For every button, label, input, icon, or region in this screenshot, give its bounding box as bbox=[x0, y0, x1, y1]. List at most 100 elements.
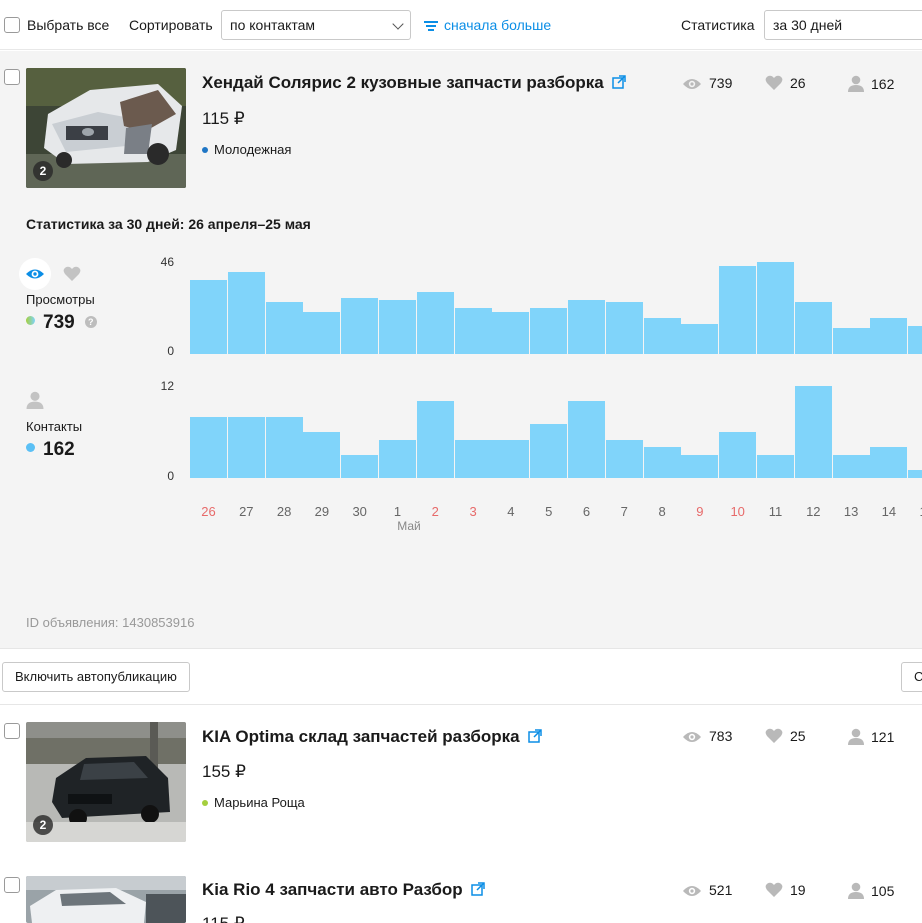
contacts-bar-7[interactable] bbox=[605, 440, 643, 478]
contacts-bar-11[interactable] bbox=[757, 455, 794, 478]
contacts-total: 162 bbox=[26, 439, 75, 461]
contacts-axis-min: 0 bbox=[167, 469, 174, 483]
views-value: 521 bbox=[709, 882, 733, 898]
heart-icon bbox=[765, 75, 783, 90]
period-select-value: за 30 дней bbox=[773, 17, 843, 33]
select-all-checkbox[interactable] bbox=[4, 17, 20, 33]
views-bar-28[interactable] bbox=[265, 302, 303, 354]
views-bar-12[interactable] bbox=[794, 302, 832, 354]
listing-title[interactable]: Kia Rio 4 запчасти авто Разбор bbox=[202, 880, 485, 900]
contacts-bar-14[interactable] bbox=[870, 447, 908, 478]
listing-title[interactable]: KIA Optima склад запчастей разборка bbox=[202, 727, 542, 747]
date-label-9: 9 bbox=[696, 504, 704, 519]
sort-select[interactable]: по контактам bbox=[221, 10, 411, 40]
external-link-icon[interactable] bbox=[527, 729, 542, 743]
views-bar-6[interactable] bbox=[568, 300, 605, 354]
views-bar-9[interactable] bbox=[681, 324, 719, 354]
sort-select-value: по контактам bbox=[230, 17, 316, 33]
contacts-bar-5[interactable] bbox=[530, 424, 568, 478]
views-bar-8[interactable] bbox=[643, 318, 681, 354]
sort-lines-icon bbox=[424, 21, 438, 31]
date-label-7: 7 bbox=[620, 504, 628, 519]
contacts-bar-30[interactable] bbox=[341, 455, 379, 478]
sort-label: Сортировать bbox=[129, 17, 213, 33]
views-axis-min: 0 bbox=[167, 344, 174, 358]
contacts-count: 121 bbox=[848, 728, 894, 745]
external-link-icon[interactable] bbox=[611, 75, 626, 89]
eye-icon bbox=[683, 79, 701, 89]
contacts-bar-10[interactable] bbox=[719, 432, 757, 478]
contacts-bar-29[interactable] bbox=[303, 432, 341, 478]
views-value: 783 bbox=[709, 728, 733, 744]
contacts-bar-8[interactable] bbox=[643, 447, 681, 478]
contacts-bar-2[interactable] bbox=[416, 401, 454, 478]
month-label: Май bbox=[397, 519, 421, 533]
listing-photo[interactable] bbox=[26, 876, 186, 923]
second-action-button[interactable]: С bbox=[901, 662, 922, 692]
listing-title-text: KIA Optima склад запчастей разборка bbox=[202, 727, 520, 746]
date-label-14: 14 bbox=[881, 504, 897, 519]
autopublish-button[interactable]: Включить автопубликацию bbox=[2, 662, 190, 692]
external-link-icon[interactable] bbox=[470, 882, 485, 896]
contacts-bar-13[interactable] bbox=[832, 455, 870, 478]
contacts-bar-6[interactable] bbox=[568, 401, 605, 478]
toolbar: Выбрать все Сортировать по контактам сна… bbox=[0, 0, 922, 50]
date-label-2: 2 bbox=[431, 504, 439, 519]
contacts-bar-26[interactable] bbox=[190, 417, 227, 478]
views-bar-5[interactable] bbox=[530, 308, 568, 354]
views-bar-10[interactable] bbox=[719, 266, 757, 354]
views-bar-4[interactable] bbox=[492, 312, 530, 354]
views-bar-15[interactable] bbox=[908, 326, 922, 354]
help-icon[interactable]: ? bbox=[84, 316, 97, 328]
views-bar-29[interactable] bbox=[303, 312, 341, 354]
stats-label: Статистика bbox=[681, 17, 755, 33]
views-bar-13[interactable] bbox=[832, 328, 870, 354]
date-label-10: 10 bbox=[730, 504, 745, 519]
views-bar-11[interactable] bbox=[757, 262, 794, 354]
contacts-value: 121 bbox=[871, 729, 895, 745]
favorites-value: 19 bbox=[790, 882, 806, 898]
views-bar-26[interactable] bbox=[190, 280, 227, 354]
divider bbox=[0, 704, 922, 705]
date-label-11: 11 bbox=[768, 504, 783, 519]
date-label-5: 5 bbox=[545, 504, 553, 519]
views-bar-3[interactable] bbox=[454, 308, 492, 354]
listing-title-text: Kia Rio 4 запчасти авто Разбор bbox=[202, 880, 463, 899]
views-bar-14[interactable] bbox=[870, 318, 908, 354]
ad-id: ID объявления: 1430853916 bbox=[26, 615, 195, 630]
views-bar-2[interactable] bbox=[416, 292, 454, 354]
listing-photo[interactable]: 2 bbox=[26, 722, 186, 842]
views-bar-30[interactable] bbox=[341, 298, 379, 354]
select-all-label[interactable]: Выбрать все bbox=[27, 17, 109, 33]
contacts-count: 105 bbox=[848, 882, 894, 899]
listing-checkbox[interactable] bbox=[4, 69, 20, 85]
contacts-bar-4[interactable] bbox=[492, 440, 530, 478]
views-bar-27[interactable] bbox=[227, 272, 265, 354]
contacts-bar-1[interactable] bbox=[379, 440, 416, 478]
views-bar-1[interactable] bbox=[379, 300, 416, 354]
contacts-bar-27[interactable] bbox=[227, 417, 265, 478]
listing-checkbox[interactable] bbox=[4, 723, 20, 739]
contacts-chart bbox=[190, 386, 922, 478]
views-bar-7[interactable] bbox=[605, 302, 643, 354]
views-tab[interactable] bbox=[19, 258, 51, 290]
contacts-bar-15[interactable] bbox=[908, 470, 922, 478]
contacts-bar-28[interactable] bbox=[265, 417, 303, 478]
eye-icon bbox=[683, 732, 701, 742]
contacts-axis-max: 12 bbox=[160, 379, 174, 393]
contacts-bar-9[interactable] bbox=[681, 455, 719, 478]
listing-photo[interactable]: 2 bbox=[26, 68, 186, 188]
date-label-15: 15 bbox=[912, 504, 922, 519]
favorites-value: 25 bbox=[790, 728, 806, 744]
listing-title[interactable]: Хендай Солярис 2 кузовные запчасти разбо… bbox=[202, 73, 626, 93]
eye-icon bbox=[683, 886, 701, 896]
contacts-value: 105 bbox=[871, 883, 895, 899]
contacts-bar-3[interactable] bbox=[454, 440, 492, 478]
date-label-27: 27 bbox=[239, 504, 254, 519]
listing-price: 155 ₽ bbox=[202, 762, 246, 781]
period-select[interactable]: за 30 дней bbox=[764, 10, 922, 40]
sort-order-link[interactable]: сначала больше bbox=[424, 17, 551, 33]
listing-checkbox[interactable] bbox=[4, 877, 20, 893]
favorites-tab-heart-icon[interactable] bbox=[63, 266, 81, 282]
contacts-bar-12[interactable] bbox=[794, 386, 832, 478]
